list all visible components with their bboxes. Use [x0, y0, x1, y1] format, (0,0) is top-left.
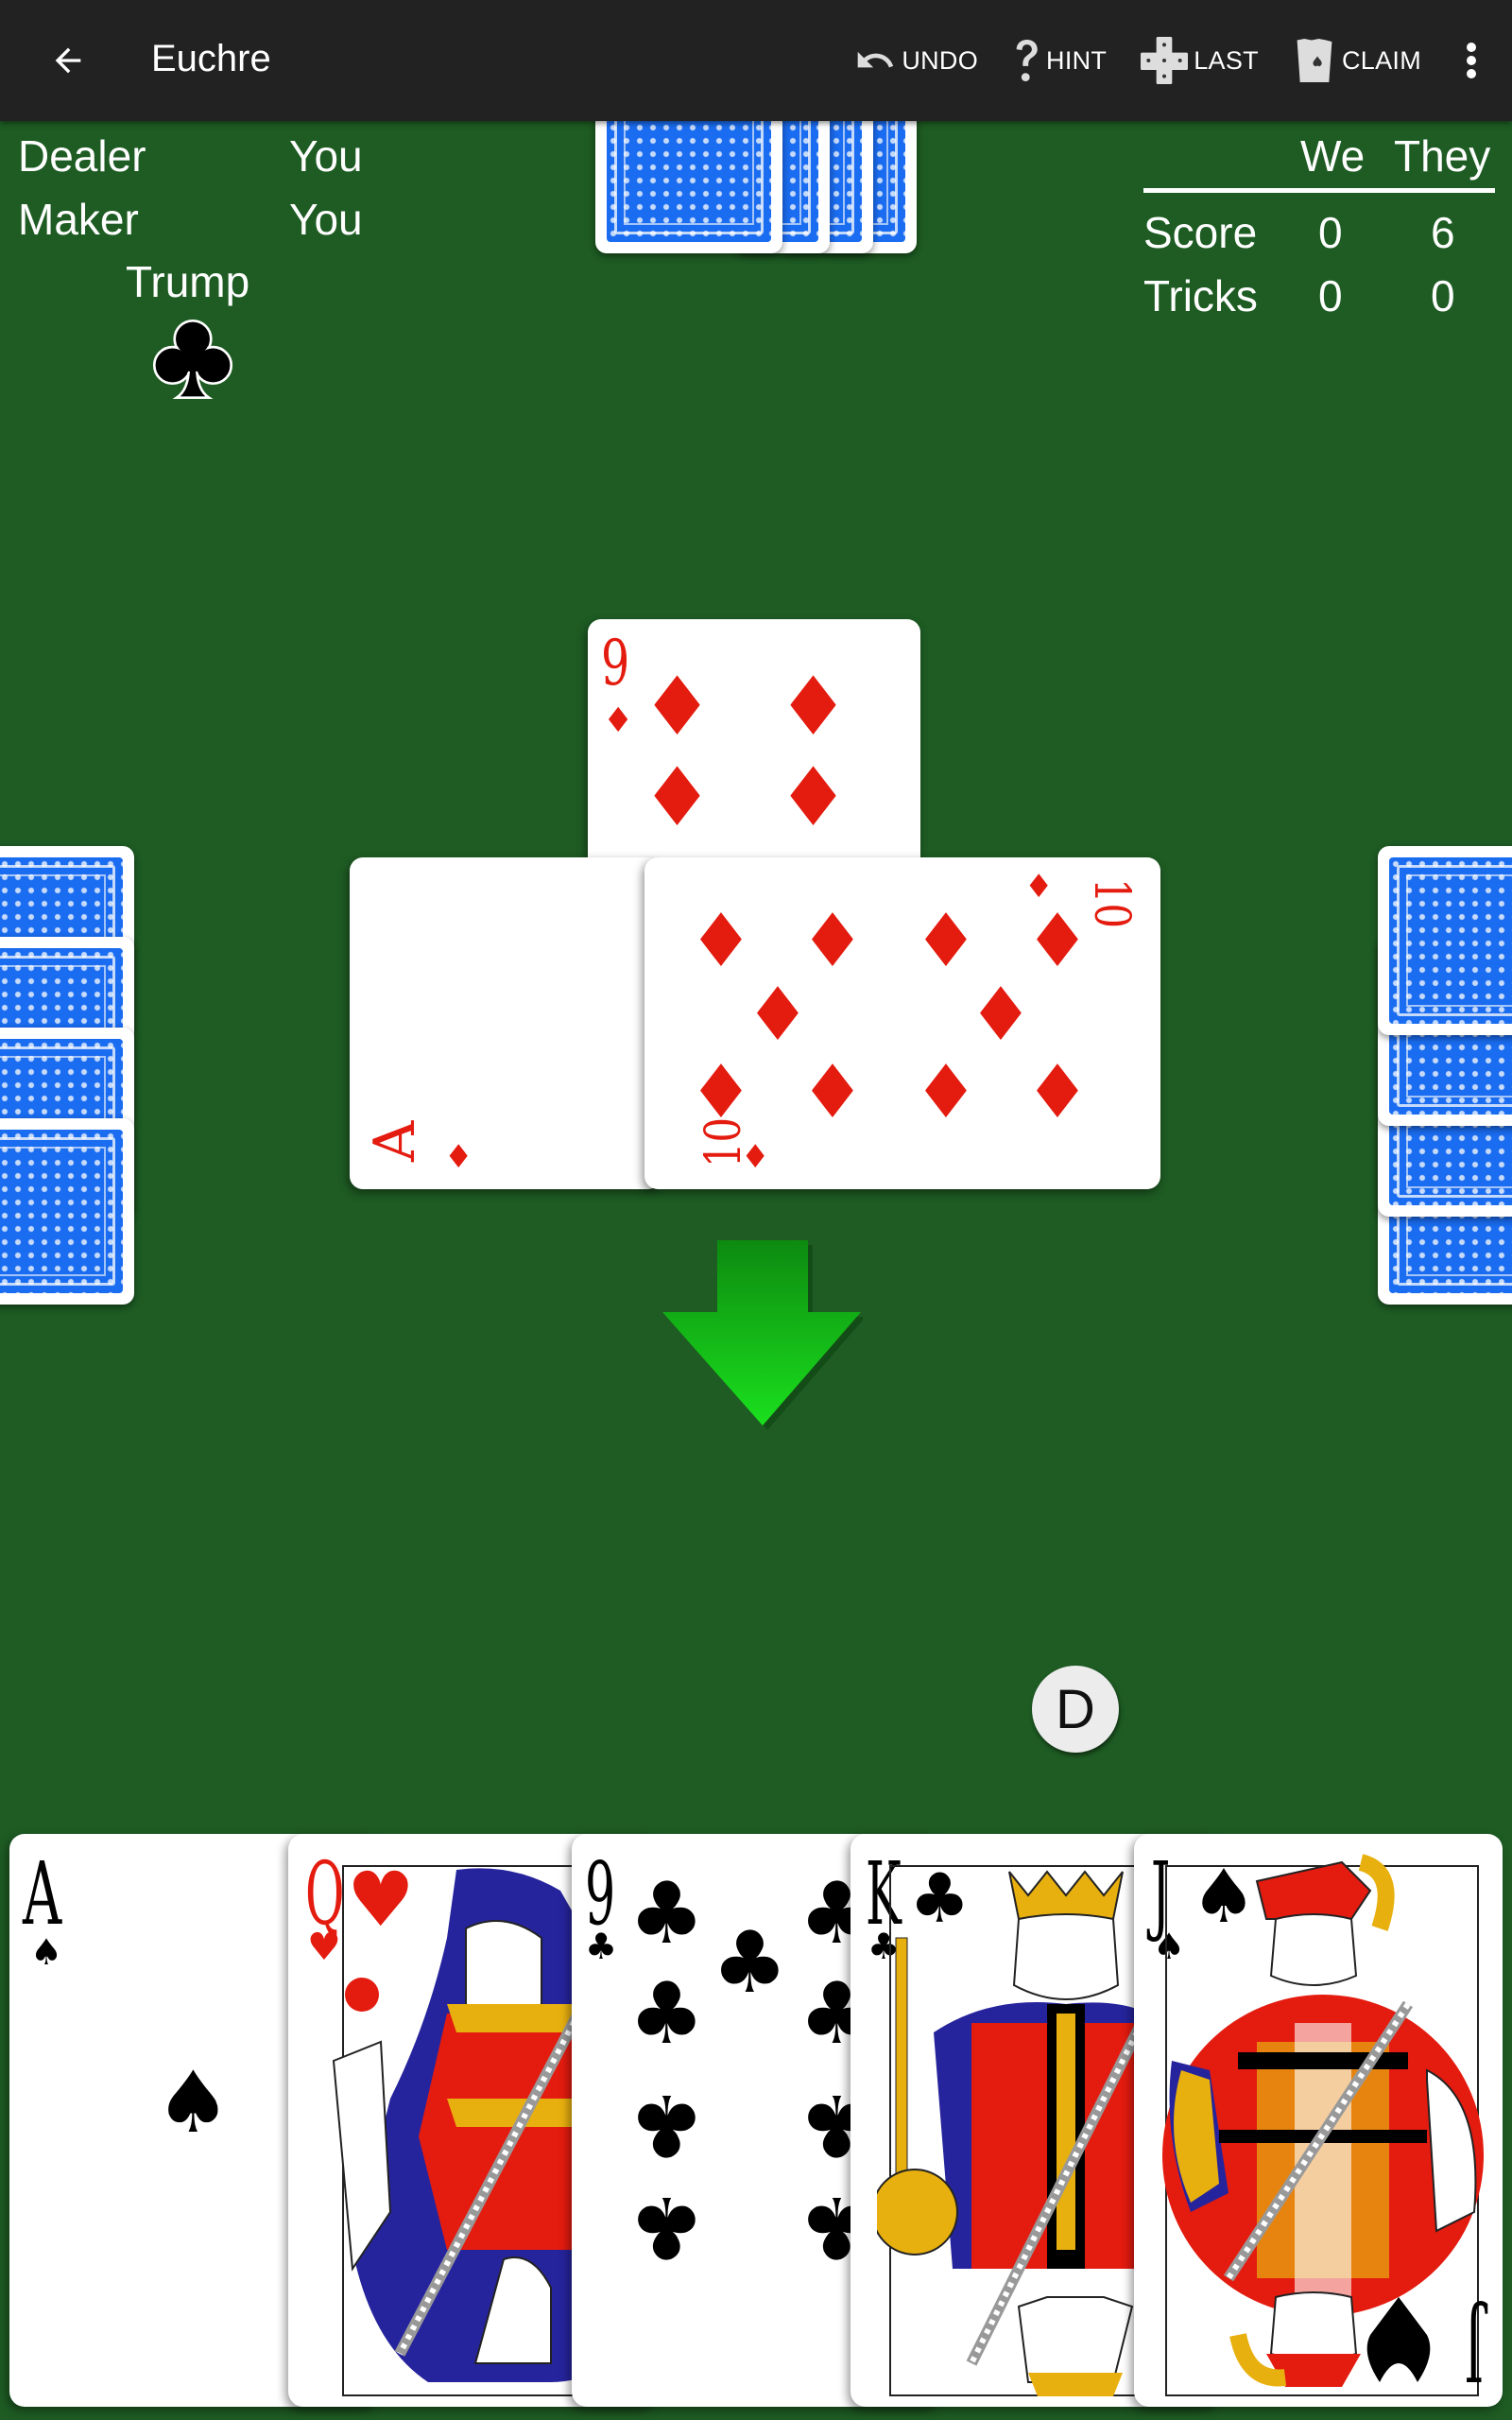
- maker-label: Maker: [18, 195, 139, 244]
- app-title: Euchre: [151, 38, 271, 79]
- diamond-pip: ♦: [913, 1050, 979, 1135]
- tricks-we-value: 0: [1318, 271, 1343, 320]
- card-suit-small: ♣: [585, 1926, 618, 1967]
- arrow-back-icon: [55, 47, 81, 74]
- maker-value: You: [289, 195, 363, 244]
- card-rank: A: [362, 1120, 428, 1162]
- diamond-pip: ♦: [1024, 1050, 1091, 1135]
- score-row-label: Score: [1143, 208, 1258, 257]
- diamond-pip: ♦: [641, 751, 714, 845]
- question-icon: [1016, 39, 1038, 82]
- claim-label: CLAIM: [1341, 45, 1421, 75]
- card-rank: A: [23, 1843, 62, 1945]
- last-trick-button[interactable]: LAST: [1124, 0, 1276, 121]
- diamond-pip: ♦: [688, 899, 754, 984]
- west-card-back: [0, 1118, 134, 1305]
- score-header-we: We: [1300, 131, 1366, 181]
- score-divider: [1143, 188, 1495, 193]
- back-button[interactable]: [42, 34, 94, 87]
- club-pip: ♣: [628, 1864, 705, 1963]
- card-suit-small: ♦: [741, 1138, 770, 1176]
- hand-card-jack-of-spades[interactable]: J ♠ ♠ J: [1134, 1834, 1503, 2407]
- club-pip: ♣: [628, 2075, 705, 2174]
- diamond-pip: ♦: [799, 1050, 866, 1135]
- east-card-back: [1378, 846, 1512, 1035]
- dealer-chip: D: [1032, 1666, 1119, 1753]
- trick-card-west-ace-of-diamonds: A ♦: [350, 857, 662, 1189]
- overflow-menu-button[interactable]: [1438, 0, 1504, 121]
- undo-button[interactable]: UNDO: [837, 0, 995, 121]
- diamond-pip: ♦: [745, 973, 811, 1058]
- claim-cards-icon: [1297, 39, 1332, 82]
- dealer-label: Dealer: [18, 131, 146, 181]
- turn-indicator-down-arrow-icon: [662, 1240, 863, 1429]
- club-pip: ♣: [712, 1913, 788, 2013]
- trump-clubs-icon: [152, 319, 233, 400]
- score-we-value: 0: [1318, 208, 1343, 257]
- diamond-pip: ♦: [799, 899, 866, 984]
- toolbar-actions: UNDO HINT LAST CLAIM: [837, 0, 1512, 121]
- trick-card-east-ten-of-diamonds: 10 ♦ ♦ ♦ ♦ ♦ ♦ ♦ ♦ ♦ ♦ ♦ 10 ♦: [644, 857, 1160, 1189]
- card-rank-bottom: J: [1464, 2298, 1484, 2399]
- club-pip: ♣: [628, 1964, 705, 2064]
- card-suit-small: ♦: [444, 1138, 473, 1176]
- diamond-pip: ♦: [777, 751, 850, 845]
- dealer-value: You: [289, 131, 363, 181]
- diamond-pip: ♦: [1024, 899, 1091, 984]
- card-suit-small: ♦: [1024, 868, 1054, 906]
- diamond-pip: ♦: [777, 660, 850, 754]
- club-pip: ♣: [628, 2177, 705, 2276]
- card-rank: 10: [1083, 878, 1140, 928]
- jack-portrait-icon: [1162, 1854, 1484, 2396]
- card-suit-small: ♠: [30, 1931, 63, 1973]
- last-trick-icon: [1141, 37, 1189, 84]
- undo-icon: [857, 51, 894, 68]
- trump-label: Trump: [126, 257, 250, 306]
- hint-button[interactable]: HINT: [995, 0, 1124, 121]
- last-label: LAST: [1194, 45, 1259, 75]
- diamond-pip: ♦: [641, 660, 714, 754]
- diamond-pip: ♦: [913, 899, 979, 984]
- tricks-row-label: Tricks: [1143, 271, 1258, 320]
- app-bar: Euchre UNDO HINT LAST CLAIM: [0, 0, 1512, 121]
- diamond-pip: ♦: [968, 973, 1034, 1058]
- claim-button[interactable]: CLAIM: [1276, 0, 1438, 121]
- spade-center-icon: ♠: [155, 2053, 232, 2152]
- score-they-value: 6: [1431, 208, 1455, 257]
- card-rank: 9: [601, 627, 630, 700]
- score-header-they: They: [1394, 131, 1491, 181]
- tricks-they-value: 0: [1431, 271, 1455, 320]
- more-vert-icon: [1467, 43, 1476, 78]
- undo-label: UNDO: [902, 45, 979, 75]
- card-suit-small: ♦: [603, 701, 634, 740]
- hint-label: HINT: [1046, 45, 1108, 75]
